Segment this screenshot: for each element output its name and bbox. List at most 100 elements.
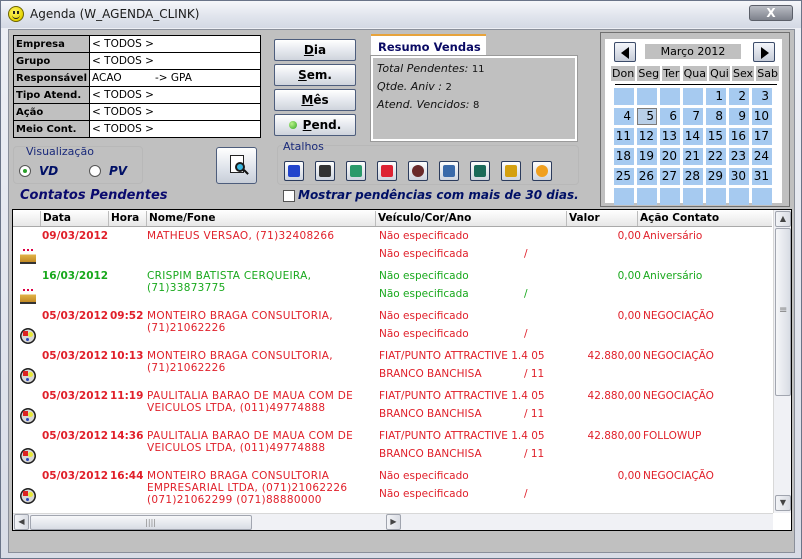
radio-pv-label[interactable]: PV (109, 164, 127, 178)
calendar-day[interactable]: 29 (706, 168, 726, 185)
scroll-right-button[interactable]: ▶ (386, 514, 401, 530)
dia-button[interactable]: Dia (274, 39, 356, 61)
shortcut-button[interactable] (315, 161, 335, 181)
mostrar-30-dias-label[interactable]: Mostrar pendências com mais de 30 dias. (298, 188, 579, 202)
calendar-day[interactable]: 19 (637, 148, 657, 165)
filter-value[interactable]: < TODOS > (89, 52, 261, 70)
filter-value[interactable]: < TODOS > (89, 103, 261, 121)
calendar-day[interactable]: 8 (706, 108, 726, 125)
birthday-cake-icon[interactable] (20, 288, 36, 304)
negotiation-icon[interactable] (20, 408, 36, 424)
calendar-day[interactable]: 24 (752, 148, 772, 165)
mes-button[interactable]: Mês (274, 89, 356, 111)
weekday-label: Seg (637, 66, 661, 81)
calendar-day[interactable]: 30 (729, 168, 749, 185)
calendar-day[interactable]: 20 (660, 148, 680, 165)
calendar-day[interactable]: 16 (729, 128, 749, 145)
calendar-day[interactable]: 15 (706, 128, 726, 145)
calendar-day[interactable]: 9 (729, 108, 749, 125)
col-acao-contato[interactable]: Ação Contato (637, 211, 772, 226)
radio-vd-label[interactable]: VD (39, 164, 58, 178)
horizontal-scroll-thumb[interactable]: |||| (30, 515, 252, 530)
calendar-day[interactable]: 1 (706, 88, 726, 105)
table-row[interactable]: 05/03/2012 10:13 MONTEIRO BRAGA CONSULTORI… (13, 347, 772, 387)
table-row[interactable]: 05/03/2012 14:36 PAULITALIA BARAO DE MAUA … (13, 427, 772, 467)
pendentes-button[interactable]: Pend. (274, 114, 356, 136)
row-name-fone: MONTEIRO BRAGA CONSULTORIA, (71)21062226 (147, 350, 333, 374)
calendar-day[interactable]: 27 (660, 168, 680, 185)
scroll-down-button[interactable]: ▼ (775, 495, 791, 511)
filter-label: Responsável (12, 69, 91, 87)
radio-vd[interactable] (19, 165, 31, 177)
filter-table: Empresa < TODOS > Grupo < TODOS > Responsáve… (12, 35, 261, 138)
table-row[interactable]: 16/03/2012 CRISPIM BATISTA CERQUEIRA, (71… (13, 267, 772, 307)
calendar-day[interactable]: 4 (614, 108, 634, 125)
row-vehicle: Não especificado (379, 230, 469, 242)
calendar-day[interactable]: 18 (614, 148, 634, 165)
row-year: / (524, 488, 528, 500)
scroll-up-button[interactable]: ▲ (775, 211, 791, 227)
calendar-day[interactable]: 12 (637, 128, 657, 145)
col-hora[interactable]: Hora (108, 211, 146, 226)
shortcut-button[interactable] (501, 161, 521, 181)
filter-value[interactable]: ACAO -> GPA (89, 69, 261, 87)
negotiation-icon[interactable] (20, 488, 36, 504)
table-row[interactable]: 05/03/2012 09:52 MONTEIRO BRAGA CONSULTORI… (13, 307, 772, 347)
dia-accel: D (303, 43, 314, 57)
calendar-day[interactable]: 26 (637, 168, 657, 185)
scroll-left-button[interactable]: ◀ (14, 514, 29, 530)
close-button[interactable]: X (749, 5, 793, 21)
shortcut-button[interactable] (284, 161, 304, 181)
shortcut-button[interactable] (532, 161, 552, 181)
calendar-day[interactable]: 6 (660, 108, 680, 125)
smiley-app-icon (8, 6, 24, 22)
calendar-day[interactable]: 31 (752, 168, 772, 185)
calendar-day[interactable]: 14 (683, 128, 703, 145)
col-nome-fone[interactable]: Nome/Fone (146, 211, 375, 226)
mostrar-30-dias-checkbox[interactable] (283, 190, 295, 202)
shortcut-button[interactable] (377, 161, 397, 181)
next-month-button[interactable] (753, 42, 775, 62)
table-row[interactable]: 09/03/2012 MATHEUS VERSAO, (71)32408266 Nã… (13, 227, 772, 267)
horizontal-scrollbar[interactable]: ◀ |||| ▶ (13, 513, 773, 530)
calendar-day[interactable]: 25 (614, 168, 634, 185)
shortcut-button[interactable] (470, 161, 490, 181)
vertical-scrollbar[interactable]: ▲ ▼ (773, 210, 791, 513)
sem-accel: S (298, 68, 307, 82)
search-document-button[interactable] (216, 147, 257, 184)
shortcut-button[interactable] (346, 161, 366, 181)
calendar-day[interactable]: 21 (683, 148, 703, 165)
calendar-day-selected[interactable]: 5 (637, 108, 657, 125)
calendar-day[interactable]: 22 (706, 148, 726, 165)
calendar-day[interactable]: 7 (683, 108, 703, 125)
calendar-day[interactable]: 2 (729, 88, 749, 105)
radio-pv[interactable] (89, 165, 101, 177)
visualizacao-label: Visualização (26, 145, 94, 158)
prev-month-button[interactable] (614, 42, 636, 62)
negotiation-icon[interactable] (20, 368, 36, 384)
birthday-cake-icon[interactable] (20, 248, 36, 264)
table-row[interactable]: 05/03/2012 11:19 PAULITALIA BARAO DE MAUA … (13, 387, 772, 427)
shortcut-button[interactable] (439, 161, 459, 181)
weekday-header: Don Seg Ter Qua Qui Sex Sab (611, 66, 779, 81)
negotiation-icon[interactable] (20, 328, 36, 344)
negotiation-icon[interactable] (20, 448, 36, 464)
calendar-day[interactable]: 28 (683, 168, 703, 185)
table-row[interactable]: 05/03/2012 16:44 MONTEIRO BRAGA CONSULTORI… (13, 467, 772, 507)
calendar-day[interactable]: 3 (752, 88, 772, 105)
filter-value[interactable]: < TODOS > (89, 35, 261, 53)
vertical-scroll-thumb[interactable] (775, 228, 791, 396)
calendar-day[interactable]: 23 (729, 148, 749, 165)
semana-button[interactable]: Sem. (274, 64, 356, 86)
tab-resumo-vendas[interactable]: Resumo Vendas (371, 34, 486, 56)
shortcut-button[interactable] (408, 161, 428, 181)
calendar-day[interactable]: 11 (614, 128, 634, 145)
calendar-day[interactable]: 10 (752, 108, 772, 125)
col-veiculo[interactable]: Veículo/Cor/Ano (375, 211, 566, 226)
calendar-day[interactable]: 13 (660, 128, 680, 145)
filter-value[interactable]: < TODOS > (89, 120, 261, 138)
filter-value[interactable]: < TODOS > (89, 86, 261, 104)
col-data[interactable]: Data (40, 211, 108, 226)
col-valor[interactable]: Valor (566, 211, 637, 226)
calendar-day[interactable]: 17 (752, 128, 772, 145)
